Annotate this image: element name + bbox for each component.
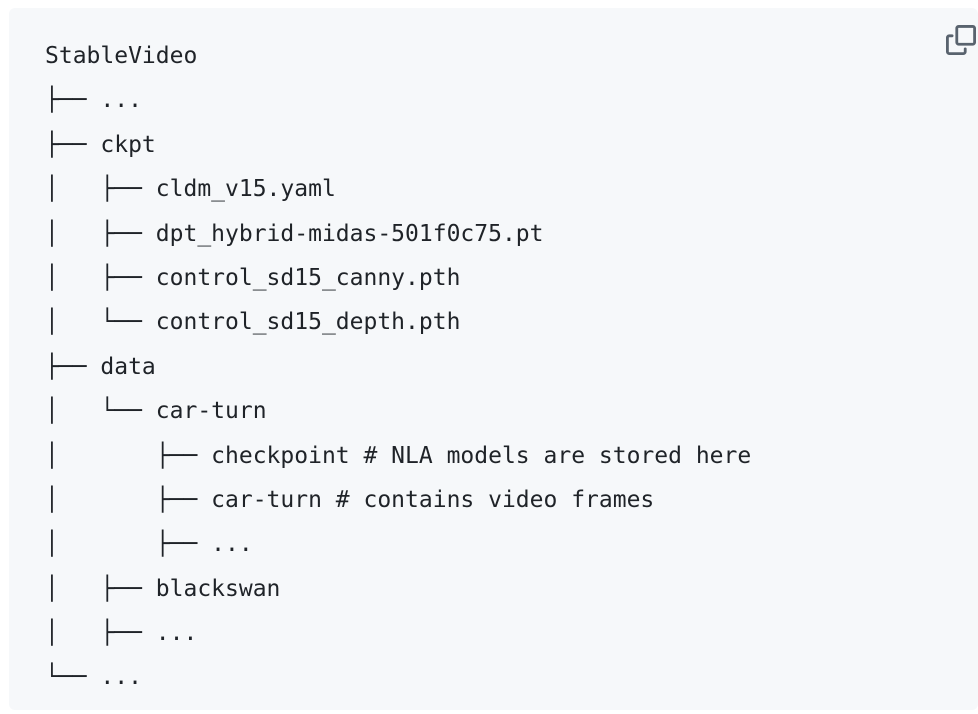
tree-line: │ ├── checkpoint # NLA models are stored… xyxy=(45,442,752,469)
copy-icon xyxy=(946,25,976,55)
tree-line: │ ├── ... xyxy=(45,620,198,647)
tree-line: │ └── car-turn xyxy=(45,398,267,425)
tree-line: │ ├── control_sd15_canny.pth xyxy=(45,264,461,291)
tree-line-root: StableVideo xyxy=(45,43,198,69)
tree-line: └── ... xyxy=(45,664,142,691)
tree-line: ├── ... xyxy=(45,87,142,114)
code-block: StableVideo ├── ... ├── ckpt │ ├── cldm_v15… xyxy=(9,8,978,710)
tree-line: │ ├── ... xyxy=(45,531,253,558)
tree-line: ├── data xyxy=(45,353,156,380)
tree-line: │ ├── car-turn # contains video frames xyxy=(45,486,655,513)
tree-line: │ ├── cldm_v15.yaml xyxy=(45,176,336,203)
tree-line: ├── ckpt xyxy=(45,131,156,158)
tree-line: │ └── control_sd15_depth.pth xyxy=(45,309,461,336)
copy-button[interactable] xyxy=(943,22,978,58)
tree-line: │ ├── blackswan xyxy=(45,575,281,602)
tree-line: │ ├── dpt_hybrid-midas-501f0c75.pt xyxy=(45,220,544,247)
directory-tree: StableVideo ├── ... ├── ckpt │ ├── cldm_v15… xyxy=(45,34,751,700)
